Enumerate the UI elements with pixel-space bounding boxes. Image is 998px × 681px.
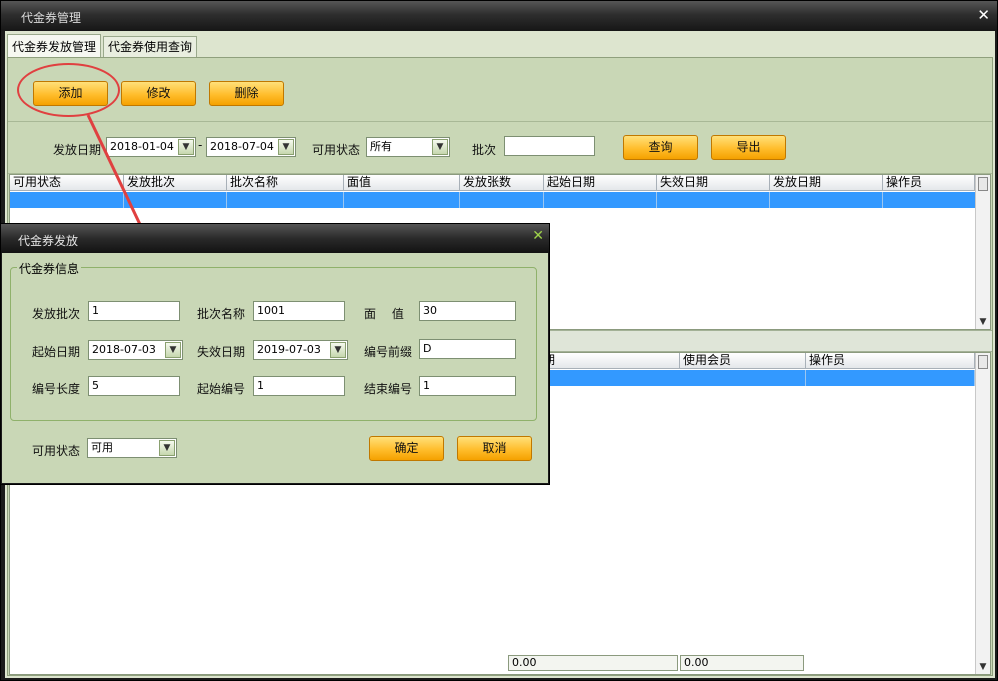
scroll-down-icon[interactable]: ▼ (976, 660, 990, 674)
expire-date-label: 失效日期 (197, 345, 246, 359)
end-no-label: 结束编号 (364, 382, 413, 396)
status-filter-label: 可用状态 (312, 143, 361, 157)
col-header-issue-count[interactable]: 发放张数 (460, 175, 544, 191)
batch-name-input[interactable]: 1001 (253, 301, 345, 321)
col-header-batch-name[interactable]: 批次名称 (227, 175, 344, 191)
prefix-label: 编号前缀 (364, 345, 413, 359)
batch-no-input[interactable]: 1 (88, 301, 180, 321)
table-row[interactable] (10, 192, 975, 208)
total-amount-2: 0.00 (680, 655, 804, 671)
grid-header: 可用状态 发放批次 批次名称 面值 发放张数 起始日期 失效日期 发放日期 操作… (10, 175, 990, 191)
scroll-thumb[interactable] (978, 355, 988, 369)
scroll-down-icon[interactable]: ▼ (976, 315, 990, 329)
face-value-label: 面 值 (364, 307, 404, 321)
col-header-member[interactable]: 使用会员 (680, 353, 806, 369)
start-date-label: 起始日期 (32, 345, 81, 359)
confirm-button[interactable]: 确定 (369, 436, 444, 461)
face-value-input[interactable]: 30 (419, 301, 516, 321)
col-header-batch-no[interactable]: 发放批次 (124, 175, 227, 191)
dropdown-arrow-icon[interactable]: ▼ (278, 139, 294, 155)
dialog-body: 代金券信息 发放批次 1 批次名称 1001 面 值 30 起始日期 2018-… (2, 253, 548, 483)
tab-voucher-issue[interactable]: 代金券发放管理 (7, 34, 102, 58)
length-input[interactable]: 5 (88, 376, 180, 396)
prefix-input[interactable]: D (419, 339, 516, 359)
col-header-status[interactable]: 可用状态 (10, 175, 124, 191)
col-header-issue-date[interactable]: 发放日期 (770, 175, 883, 191)
col-header-operator[interactable]: 操作员 (883, 175, 975, 191)
voucher-info-group: 代金券信息 发放批次 1 批次名称 1001 面 值 30 起始日期 2018-… (10, 260, 537, 421)
total-amount-1: 0.00 (508, 655, 678, 671)
expire-date-value: 2019-07-03 (257, 343, 321, 356)
vertical-scrollbar[interactable]: ▼ (975, 353, 990, 674)
expire-date-picker[interactable]: 2019-07-03 ▼ (253, 340, 348, 360)
dropdown-arrow-icon[interactable]: ▼ (165, 342, 181, 358)
col-header-operator[interactable]: 操作员 (806, 353, 975, 369)
cancel-button[interactable]: 取消 (457, 436, 532, 461)
col-header-date-partial[interactable]: 期 (540, 353, 680, 369)
dialog-title-bar: 代金券发放 ✕ (1, 224, 549, 253)
status-select[interactable]: 可用 ▼ (87, 438, 177, 458)
close-icon[interactable]: ✕ (977, 6, 990, 24)
dropdown-arrow-icon[interactable]: ▼ (330, 342, 346, 358)
start-no-input[interactable]: 1 (253, 376, 345, 396)
date-range-separator: - (198, 138, 203, 152)
status-filter-select[interactable]: 所有 ▼ (366, 137, 450, 157)
batch-filter-label: 批次 (472, 143, 497, 157)
col-header-face-value[interactable]: 面值 (344, 175, 460, 191)
length-label: 编号长度 (32, 382, 81, 396)
batch-filter-input[interactable] (504, 136, 595, 156)
date-to-value: 2018-07-04 (210, 140, 274, 153)
dropdown-arrow-icon[interactable]: ▼ (432, 139, 448, 155)
group-title: 代金券信息 (17, 260, 82, 277)
start-date-picker[interactable]: 2018-07-03 ▼ (88, 340, 183, 360)
col-header-expire-date[interactable]: 失效日期 (657, 175, 770, 191)
col-header-start-date[interactable]: 起始日期 (544, 175, 657, 191)
date-from-picker[interactable]: 2018-01-04 ▼ (106, 137, 196, 157)
dropdown-arrow-icon[interactable]: ▼ (159, 440, 175, 456)
status-value: 可用 (91, 441, 113, 454)
edit-button[interactable]: 修改 (121, 81, 196, 106)
status-filter-value: 所有 (370, 140, 392, 153)
query-button[interactable]: 查询 (623, 135, 698, 160)
dropdown-arrow-icon[interactable]: ▼ (178, 139, 194, 155)
export-button[interactable]: 导出 (711, 135, 786, 160)
tab-voucher-usage[interactable]: 代金券使用查询 (103, 36, 198, 58)
batch-name-label: 批次名称 (197, 307, 246, 321)
end-no-input[interactable]: 1 (419, 376, 516, 396)
delete-button[interactable]: 删除 (209, 81, 284, 106)
scroll-thumb[interactable] (978, 177, 988, 191)
add-button[interactable]: 添加 (33, 81, 108, 106)
date-from-value: 2018-01-04 (110, 140, 174, 153)
dialog-title: 代金券发放 (18, 234, 79, 248)
filter-bar: 发放日期 2018-01-04 ▼ - 2018-07-04 ▼ 可用状态 所有… (8, 122, 992, 174)
issue-voucher-dialog: 代金券发放 ✕ 代金券信息 发放批次 1 批次名称 1001 面 值 30 起始… (0, 223, 550, 485)
vertical-scrollbar[interactable]: ▼ (975, 175, 990, 329)
status-label: 可用状态 (32, 444, 81, 458)
tab-strip: 代金券发放管理 代金券使用查询 (7, 34, 199, 58)
window-title: 代金券管理 (21, 11, 82, 25)
batch-no-label: 发放批次 (32, 307, 81, 321)
toolbar: 添加 修改 删除 (8, 58, 992, 122)
title-bar: 代金券管理 ✕ (1, 1, 997, 31)
close-icon[interactable]: ✕ (532, 228, 544, 244)
date-to-picker[interactable]: 2018-07-04 ▼ (206, 137, 296, 157)
start-date-value: 2018-07-03 (92, 343, 156, 356)
start-no-label: 起始编号 (197, 382, 246, 396)
issue-date-label: 发放日期 (53, 143, 102, 157)
